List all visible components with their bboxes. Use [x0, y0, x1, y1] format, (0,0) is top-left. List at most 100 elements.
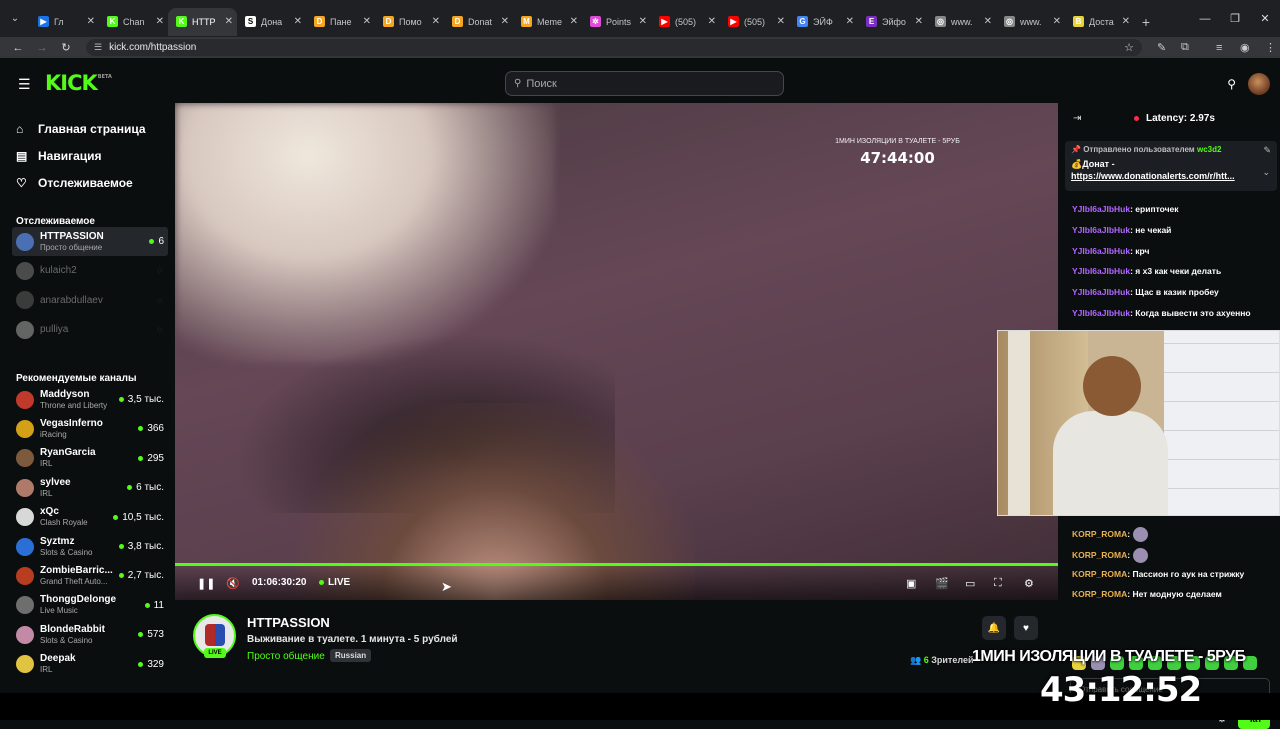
media-icon[interactable]: ≡	[1216, 37, 1222, 58]
tab-close-icon[interactable]: ✕	[225, 16, 233, 27]
extension-pen-icon[interactable]: ✎	[1157, 37, 1166, 58]
extensions-puzzle-icon[interactable]: ⧉	[1181, 37, 1189, 58]
site-info-icon[interactable]: ☰	[94, 42, 102, 53]
browser-tab[interactable]: D Donat ✕	[444, 8, 513, 36]
video-player[interactable]: 1МИН ИЗОЛЯЦИИ В ТУАЛЕТЕ - 5РУБ 47:44:00 …	[175, 103, 1058, 600]
chevron-down-icon[interactable]: ⌄	[1262, 167, 1270, 178]
channel-item[interactable]: xQc Clash Royale 10,5 тыс.	[12, 503, 168, 532]
channel-item[interactable]: ZombieBarric... Grand Theft Auto... 2,7 ты…	[12, 561, 168, 590]
sidebar-nav-item[interactable]: ⌂ Главная страница	[16, 115, 146, 142]
tab-close-icon[interactable]: ✕	[984, 16, 992, 27]
forward-icon[interactable]: →	[30, 42, 54, 54]
chat-username[interactable]: KORP_ROMA	[1072, 589, 1127, 599]
channel-item[interactable]: VegasInferno iRacing 366	[12, 414, 168, 443]
tab-close-icon[interactable]: ✕	[915, 16, 923, 27]
browser-tab[interactable]: ▶ Гл ✕	[30, 8, 99, 36]
address-bar[interactable]: ☰ kick.com/httpassion ☆	[86, 39, 1142, 56]
collapse-chat-icon[interactable]: ⇥	[1073, 113, 1081, 124]
search-input[interactable]: ⚲ Поиск	[505, 71, 784, 96]
tab-close-icon[interactable]: ✕	[1053, 16, 1061, 27]
browser-tab[interactable]: ▶ (505) ✕	[720, 8, 789, 36]
browser-tab[interactable]: K HTTP ✕	[168, 7, 237, 36]
chat-username[interactable]: YJIbI6aJIbHuk	[1072, 204, 1130, 214]
channel-item[interactable]: ThonggDelonge Live Music 11	[12, 591, 168, 620]
profile-icon[interactable]: ◉	[1240, 37, 1250, 58]
browser-tab[interactable]: K Chan ✕	[99, 8, 168, 36]
pinned-message[interactable]: 📌 Отправлено пользователем wc3d2 💰Донат …	[1065, 141, 1277, 191]
live-indicator[interactable]: LIVE	[319, 577, 350, 588]
channel-item[interactable]: BlondeRabbit Slots & Casino 573	[12, 620, 168, 649]
channel-item[interactable]: kulaich2 ◌	[12, 256, 168, 285]
kick-logo[interactable]: KICKBETA	[45, 71, 112, 95]
browser-menu-icon[interactable]: ⋮	[1265, 37, 1276, 58]
channel-item[interactable]: Maddyson Throne and Liberty 3,5 тыс.	[12, 385, 168, 414]
streamer-name[interactable]: HTTPASSION	[247, 615, 330, 630]
hamburger-menu-icon[interactable]: ☰	[18, 76, 32, 93]
tab-close-icon[interactable]: ✕	[432, 16, 440, 27]
minimize-icon[interactable]: —	[1190, 0, 1220, 37]
chat-username[interactable]: KORP_ROMA	[1072, 529, 1127, 539]
tab-close-icon[interactable]: ✕	[501, 16, 509, 27]
reload-icon[interactable]: ↻	[54, 41, 78, 54]
browser-tab[interactable]: S Дона ✕	[237, 8, 306, 36]
channel-item[interactable]: anarabdullaev ◌	[12, 286, 168, 315]
browser-tab[interactable]: M Meme ✕	[513, 8, 582, 36]
browser-tab[interactable]: ◎ www. ✕	[927, 8, 996, 36]
chat-username[interactable]: YJIbI6aJIbHuk	[1072, 225, 1130, 235]
settings-gear-icon[interactable]: ⚙	[1024, 577, 1034, 590]
chat-username[interactable]: YJIbI6aJIbHuk	[1072, 287, 1130, 297]
chat-username[interactable]: YJIbI6aJIbHuk	[1072, 266, 1130, 276]
fullscreen-icon[interactable]: ⛶	[994, 577, 1002, 590]
user-avatar[interactable]	[1248, 73, 1270, 95]
tab-search-icon[interactable]: ⌄	[0, 0, 30, 37]
clip-icon[interactable]: 🎬	[935, 577, 949, 590]
browser-tab[interactable]: D Пане ✕	[306, 8, 375, 36]
restore-icon[interactable]: ❐	[1220, 0, 1250, 37]
tab-close-icon[interactable]: ✕	[87, 16, 95, 27]
bookmark-star-icon[interactable]: ☆	[1124, 41, 1134, 54]
pinned-by-user[interactable]: wc3d2	[1197, 145, 1221, 154]
pinned-link[interactable]: https://www.donationalerts.com/r/htt...	[1071, 171, 1235, 181]
chat-username[interactable]: YJIbI6aJIbHuk	[1072, 308, 1130, 318]
tab-close-icon[interactable]: ✕	[639, 16, 647, 27]
theater-mode-icon[interactable]: ▭	[965, 577, 975, 590]
sidebar-nav-item[interactable]: ♡ Отслеживаемое	[16, 169, 146, 196]
stream-language-tag[interactable]: Russian	[330, 649, 372, 662]
notifications-search-icon[interactable]: ⚲	[1227, 77, 1236, 91]
tab-close-icon[interactable]: ✕	[777, 16, 785, 27]
tab-close-icon[interactable]: ✕	[846, 16, 854, 27]
pause-icon[interactable]: ❚❚	[197, 577, 215, 590]
browser-tab[interactable]: D Помо ✕	[375, 8, 444, 36]
browser-tab[interactable]: B Доста ✕	[1065, 8, 1134, 36]
stream-category[interactable]: Просто общение	[247, 651, 325, 662]
channel-item[interactable]: RyanGarcia IRL 295	[12, 444, 168, 473]
close-window-icon[interactable]: ✕	[1250, 0, 1280, 37]
tab-close-icon[interactable]: ✕	[156, 16, 164, 27]
miniplayer-icon[interactable]: ▣	[906, 577, 916, 590]
browser-tab[interactable]: ◎ www. ✕	[996, 8, 1065, 36]
channel-item[interactable]: pulliya ◌	[12, 315, 168, 344]
mute-icon[interactable]: 🔇	[226, 577, 240, 590]
sidebar-nav-item[interactable]: ▤ Навигация	[16, 142, 146, 169]
browser-tab[interactable]: ▶ (505) ✕	[651, 8, 720, 36]
follow-heart-button[interactable]: ♥	[1014, 616, 1038, 640]
tab-close-icon[interactable]: ✕	[708, 16, 716, 27]
unpin-icon[interactable]: ✎	[1263, 145, 1271, 156]
tab-close-icon[interactable]: ✕	[363, 16, 371, 27]
browser-tab[interactable]: G ЭЙФ ✕	[789, 8, 858, 36]
chat-username[interactable]: KORP_ROMA	[1072, 569, 1127, 579]
chat-username[interactable]: KORP_ROMA	[1072, 550, 1127, 560]
channel-item[interactable]: sylvee IRL 6 тыс.	[12, 473, 168, 502]
channel-item[interactable]: Syztmz Slots & Casino 3,8 тыс.	[12, 532, 168, 561]
channel-item[interactable]: HTTPASSION Просто общение 6	[12, 227, 168, 256]
back-icon[interactable]: ←	[6, 42, 30, 54]
chat-username[interactable]: YJIbI6aJIbHuk	[1072, 246, 1130, 256]
browser-tab[interactable]: ✲ Points ✕	[582, 8, 651, 36]
channel-item[interactable]: Deepak IRL 329	[12, 650, 168, 679]
tab-close-icon[interactable]: ✕	[294, 16, 302, 27]
tab-close-icon[interactable]: ✕	[1122, 16, 1130, 27]
new-tab-button[interactable]: +	[1134, 8, 1158, 36]
notification-bell-button[interactable]: 🔔	[982, 616, 1006, 640]
tab-close-icon[interactable]: ✕	[570, 16, 578, 27]
browser-tab[interactable]: E Эйфо ✕	[858, 8, 927, 36]
